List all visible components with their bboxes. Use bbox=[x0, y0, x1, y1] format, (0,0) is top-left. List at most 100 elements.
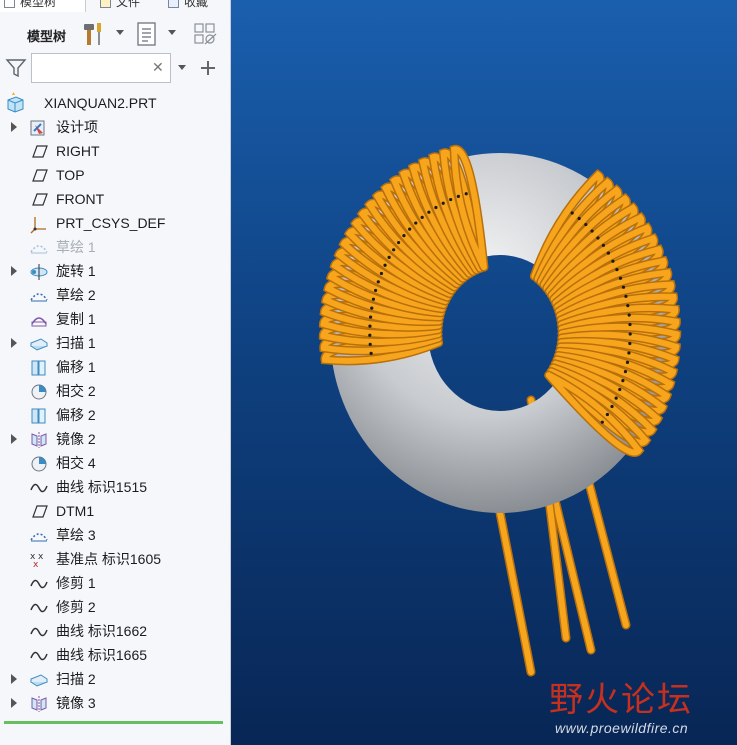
tree-item[interactable]: RIGHT bbox=[0, 139, 230, 163]
folder-tab-icon bbox=[100, 0, 111, 8]
search-input[interactable] bbox=[31, 53, 171, 83]
winding-marker bbox=[456, 194, 460, 198]
winding-marker bbox=[368, 342, 372, 346]
winding-marker bbox=[618, 276, 623, 280]
tree-item[interactable]: 相交 4 bbox=[0, 451, 230, 475]
tree-item-label: PRT_CSYS_DEF bbox=[56, 215, 166, 231]
winding-marker bbox=[371, 297, 376, 301]
tree-item[interactable]: 旋转 1 bbox=[0, 259, 230, 283]
sweep-icon bbox=[29, 334, 49, 352]
hammer-screwdriver-icon bbox=[84, 23, 101, 45]
expand-arrow-icon[interactable] bbox=[11, 434, 17, 444]
tree-item[interactable]: 镜像 2 bbox=[0, 427, 230, 451]
tree-item[interactable]: 草绘 1 bbox=[0, 235, 230, 259]
tree-item[interactable]: 草绘 3 bbox=[0, 523, 230, 547]
tree-item-label: 曲线 标识1662 bbox=[56, 623, 148, 639]
tree-item[interactable]: 偏移 2 bbox=[0, 403, 230, 427]
winding-marker bbox=[596, 236, 600, 240]
tree-item[interactable]: DTM1 bbox=[0, 499, 230, 523]
winding-marker bbox=[392, 248, 396, 252]
show-dropdown-caret[interactable] bbox=[168, 30, 176, 35]
winding-marker bbox=[434, 205, 438, 210]
winding-marker bbox=[376, 280, 380, 284]
tree-item[interactable]: 相交 2 bbox=[0, 379, 230, 403]
winding-marker bbox=[627, 351, 631, 355]
tree-item-label: RIGHT bbox=[56, 143, 100, 159]
expand-arrow-icon[interactable] bbox=[11, 338, 17, 348]
tree-item-label: 基准点 标识1605 bbox=[56, 551, 162, 567]
winding-marker bbox=[570, 211, 574, 215]
tree-item[interactable]: 修剪 1 bbox=[0, 571, 230, 595]
curve-icon bbox=[29, 646, 49, 664]
winding-marker bbox=[383, 263, 387, 267]
winding-marker bbox=[621, 379, 625, 383]
tree-item-label: FRONT bbox=[56, 191, 105, 207]
winding-marker bbox=[623, 369, 628, 374]
tree-item[interactable]: FRONT bbox=[0, 187, 230, 211]
graphics-viewport[interactable]: 野火论坛 www.proewildfire.cn bbox=[231, 0, 737, 745]
tree-item[interactable]: 草绘 2 bbox=[0, 283, 230, 307]
tree-item[interactable]: 曲线 标识1662 bbox=[0, 619, 230, 643]
svg-text:x: x bbox=[38, 552, 44, 562]
tools-dropdown-caret[interactable] bbox=[116, 30, 124, 35]
winding-marker bbox=[420, 215, 424, 219]
tree-item-label: XIANQUAN2.PRT bbox=[44, 95, 157, 111]
tree-item[interactable]: PRT_CSYS_DEF bbox=[0, 211, 230, 235]
offset-icon bbox=[29, 406, 49, 424]
winding-marker bbox=[370, 306, 374, 310]
tree-item-label: 曲线 标识1665 bbox=[56, 647, 148, 663]
tab-model-tree[interactable]: 模型树 bbox=[0, 0, 86, 12]
datum-plane-icon bbox=[29, 166, 49, 184]
add-icon[interactable] bbox=[200, 60, 216, 76]
tree-item-label: 草绘 1 bbox=[56, 239, 96, 255]
tab-files[interactable]: 文件 bbox=[96, 0, 156, 12]
tools-button[interactable] bbox=[82, 21, 108, 47]
tree-item[interactable]: 曲线 标识1515 bbox=[0, 475, 230, 499]
winding-marker bbox=[610, 404, 614, 409]
winding-marker bbox=[449, 197, 453, 202]
toroidal-coil-model[interactable] bbox=[231, 0, 737, 745]
winding-marker bbox=[369, 351, 373, 355]
filter-icon[interactable] bbox=[5, 57, 27, 79]
tab-favorites[interactable]: 收藏 bbox=[164, 0, 230, 12]
panel-tabs: 模型树 文件 收藏 bbox=[0, 0, 230, 14]
tree-item[interactable]: 偏移 1 bbox=[0, 355, 230, 379]
winding-marker bbox=[606, 251, 610, 255]
tree-item[interactable]: 镜像 3 bbox=[0, 691, 230, 715]
winding-marker bbox=[402, 234, 406, 238]
winding-marker bbox=[387, 255, 391, 259]
winding-marker bbox=[441, 201, 445, 205]
winding-marker bbox=[584, 222, 588, 227]
tree-item[interactable]: 修剪 2 bbox=[0, 595, 230, 619]
expand-arrow-icon[interactable] bbox=[11, 674, 17, 684]
tree-item[interactable]: 扫描 2 bbox=[0, 667, 230, 691]
winding-marker bbox=[621, 285, 626, 289]
search-dropdown-caret[interactable] bbox=[178, 65, 186, 70]
curve-icon bbox=[29, 622, 49, 640]
winding-marker bbox=[601, 243, 605, 247]
show-button[interactable] bbox=[134, 21, 160, 47]
copy-icon bbox=[29, 310, 49, 328]
svg-text:x: x bbox=[33, 560, 39, 570]
expand-arrow-icon[interactable] bbox=[11, 122, 17, 132]
filter-row: ✕ bbox=[0, 52, 230, 84]
tree-item[interactable]: TOP bbox=[0, 163, 230, 187]
tree-item-label: 草绘 3 bbox=[56, 527, 96, 543]
tree-item[interactable]: x x x 基准点 标识1605 bbox=[0, 547, 230, 571]
expand-arrow-icon[interactable] bbox=[11, 698, 17, 708]
close-icon[interactable]: ✕ bbox=[152, 59, 164, 75]
tree-root[interactable]: XIANQUAN2.PRT bbox=[0, 91, 230, 115]
tree-item-label: DTM1 bbox=[56, 503, 95, 519]
settings-grid-button[interactable] bbox=[192, 21, 218, 47]
model-tree-toolbar: 模型树 bbox=[0, 18, 230, 50]
datum-point-icon: xxx bbox=[29, 550, 49, 570]
winding-marker bbox=[625, 360, 630, 364]
expand-arrow-icon[interactable] bbox=[11, 266, 17, 276]
lead-wire-highlight bbox=[586, 480, 629, 628]
tree-item-label: 偏移 2 bbox=[56, 407, 96, 423]
tree-item[interactable]: 设计项 bbox=[0, 115, 230, 139]
tree-item[interactable]: 曲线 标识1665 bbox=[0, 643, 230, 667]
tree-item[interactable]: 扫描 1 bbox=[0, 331, 230, 355]
watermark-brand: 野火论坛 bbox=[549, 680, 693, 720]
tree-item[interactable]: 复制 1 bbox=[0, 307, 230, 331]
